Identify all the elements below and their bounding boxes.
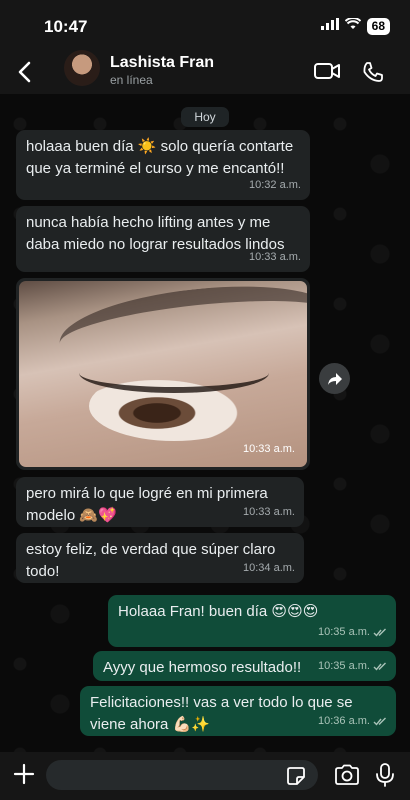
message-bubble-incoming[interactable]: nunca había hecho lifting antes y me dab… [16,206,310,272]
plus-icon[interactable] [12,762,36,791]
video-camera-icon[interactable] [313,60,341,87]
photo-lash-lift[interactable]: 10:33 a.m. [19,281,307,467]
forward-arrow-icon[interactable] [319,363,350,394]
camera-icon[interactable] [334,764,360,791]
message-text: pero mirá lo que logré en mi primera mod… [26,485,268,524]
photo-message[interactable]: 10:33 a.m. [16,278,310,470]
message-text: Ayyy que hermoso resultado!! [103,659,302,676]
day-divider: Hoy [181,107,229,127]
message-text: estoy feliz, de verdad que súper claro t… [26,541,276,580]
message-time: 10:35 a.m. [318,660,370,672]
message-text: Felicitaciones!! vas a ver todo lo que s… [90,694,353,733]
microphone-icon[interactable] [375,762,395,793]
contact-status: en línea [110,73,153,87]
message-bubble-incoming[interactable]: holaaa buen día ☀️ solo quería contarte … [16,130,310,200]
message-time: 10:32 a.m. [249,179,301,191]
status-icons: 68 [320,17,390,35]
contact-name[interactable]: Lashista Fran [110,54,214,72]
double-check-icon [373,717,386,726]
message-time: 10:34 a.m. [243,562,295,574]
message-time: 10:33 a.m. [249,251,301,263]
message-time: 10:35 a.m. [318,626,370,638]
status-time: 10:47 [44,17,88,36]
phone-icon[interactable] [361,60,385,89]
chat-header: Lashista Fran en línea [0,50,410,94]
signal-icon [320,17,339,35]
sticker-icon[interactable] [286,766,306,791]
wifi-icon [344,17,361,35]
avatar[interactable] [64,50,100,86]
double-check-icon [373,628,386,637]
message-bubble-outgoing[interactable]: Holaaa Fran! buen día 😍😍😍 10:35 a.m. [108,595,396,647]
message-bubble-incoming[interactable]: estoy feliz, de verdad que súper claro t… [16,533,304,583]
double-check-icon [373,662,386,671]
message-text: nunca había hecho lifting antes y me dab… [26,214,285,253]
message-bubble-outgoing[interactable]: Ayyy que hermoso resultado!! 10:35 a.m. [93,651,396,681]
message-bubble-incoming[interactable]: pero mirá lo que logré en mi primera mod… [16,477,304,527]
input-bar [0,752,410,800]
message-text: Holaaa Fran! buen día 😍😍😍 [118,603,319,620]
chevron-left-icon[interactable] [14,58,36,86]
message-time: 10:33 a.m. [243,443,295,455]
message-time: 10:33 a.m. [243,506,295,518]
message-text: holaaa buen día ☀️ solo quería contarte … [26,138,294,177]
message-input[interactable] [46,760,318,790]
battery-indicator: 68 [366,17,390,35]
message-bubble-outgoing[interactable]: Felicitaciones!! vas a ver todo lo que s… [80,686,396,736]
status-bar: 10:47 68 [0,0,410,50]
chat-area[interactable]: Hoy holaaa buen día ☀️ solo quería conta… [0,94,410,752]
message-time: 10:36 a.m. [318,715,370,727]
